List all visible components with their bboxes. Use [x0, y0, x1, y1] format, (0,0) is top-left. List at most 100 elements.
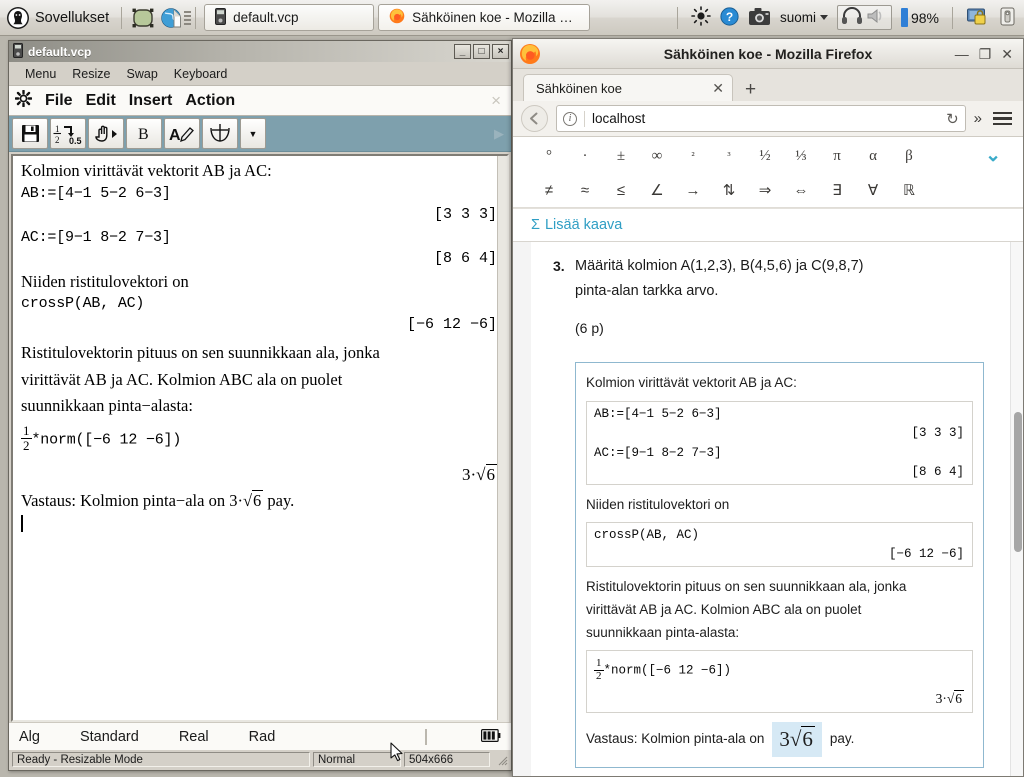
fraction-one-half: 1 2 — [21, 424, 32, 452]
cas-minimize-button[interactable]: _ — [454, 44, 471, 59]
applications-menu-button[interactable]: Sovellukset — [0, 6, 117, 30]
camera-screenshot-icon[interactable] — [748, 7, 771, 29]
site-info-icon[interactable]: i — [563, 111, 577, 126]
symbol-alpha[interactable]: α — [855, 148, 891, 165]
symbol-right-arrow[interactable]: → — [675, 182, 711, 199]
symbol-less-equal[interactable]: ≤ — [603, 182, 639, 199]
cas-menu-file[interactable]: File — [45, 92, 73, 110]
svg-text:B: B — [138, 126, 149, 143]
gear-icon[interactable] — [14, 89, 33, 111]
symbol-up-down-arrow[interactable]: ⇅ — [711, 181, 747, 199]
symbol-implies[interactable]: ⇒ — [747, 181, 783, 199]
radicand: 6 — [954, 689, 964, 706]
cas-input-crossp[interactable]: crossP(AB, AC) — [21, 296, 497, 311]
toolbar-overflow-arrow-icon[interactable]: ▶ — [494, 126, 508, 142]
symbol-superscript-2[interactable]: ² — [675, 150, 711, 162]
cas-mode-standard[interactable]: Standard — [80, 729, 139, 745]
cas-close-button[interactable]: × — [492, 44, 509, 59]
symbol-infinity[interactable]: ∞ — [639, 148, 675, 165]
cas-menu-edit[interactable]: Edit — [86, 92, 116, 110]
firefox-maximize-button[interactable]: ❐ — [979, 47, 992, 61]
insert-formula-row[interactable]: Σ Lisää kaava — [513, 208, 1023, 242]
cas-mode-alg[interactable]: Alg — [19, 729, 40, 745]
headphones-icon[interactable] — [841, 7, 863, 28]
cas-mode-real[interactable]: Real — [179, 729, 209, 745]
browser-tab-sahkoinen-koe[interactable]: Sähköinen koe ✕ — [523, 74, 733, 101]
firefox-close-button[interactable]: ✕ — [1001, 47, 1013, 61]
desktop-screen: Sovellukset default.vcp Sähköinen koe - … — [0, 0, 1024, 777]
symbol-real-numbers[interactable]: ℝ — [891, 181, 927, 199]
help-question-icon[interactable]: ? — [720, 6, 739, 29]
symbol-angle[interactable]: ∠ — [639, 181, 675, 199]
answer-calc-block-3[interactable]: 1 2 *norm([−6 12 −6]) 3·√6 — [586, 650, 973, 713]
url-address-bar[interactable]: i localhost ↻ — [556, 105, 966, 132]
cas-resize-grip[interactable] — [493, 752, 509, 767]
text-format-button[interactable]: A — [164, 118, 200, 149]
pointer-hand-button[interactable] — [88, 118, 124, 149]
reload-icon[interactable]: ↻ — [946, 110, 959, 128]
final-answer-value[interactable]: 3√6 — [772, 721, 822, 758]
firefox-vertical-scrollbar[interactable] — [1010, 242, 1023, 776]
language-selector[interactable]: suomi — [780, 10, 828, 25]
cas-menu-item-menu[interactable]: Menu — [25, 67, 56, 81]
taskbar-window-firefox[interactable]: Sähköinen koe - Mozilla Fire... — [378, 4, 591, 31]
launcher-handle-icon[interactable] — [184, 9, 192, 27]
close-icon[interactable]: ✕ — [702, 80, 724, 97]
shape-selection-icon[interactable] — [131, 6, 155, 30]
audio-controls-group[interactable] — [836, 5, 892, 30]
cas-window-buttons: _ □ × — [454, 44, 509, 59]
answer-calc-block-1[interactable]: AB:=[4−1 5−2 6−3] [3 3 3] AC:=[9−1 8−2 7… — [586, 400, 973, 485]
chevron-down-icon[interactable]: ⌄ — [985, 144, 1001, 167]
cas-menu-insert[interactable]: Insert — [129, 92, 173, 110]
symbol-exists[interactable]: ∃ — [819, 181, 855, 199]
cas-panel-close-icon[interactable]: × — [491, 91, 505, 111]
graph-function-button[interactable] — [202, 118, 238, 149]
symbol-superscript-3[interactable]: ³ — [711, 150, 747, 162]
final-answer-line: Vastaus: Kolmion pinta-ala on 3√6 pay. — [586, 721, 973, 758]
cas-input-ab[interactable]: AB:=[4−1 5−2 6−3] — [21, 186, 497, 201]
fraction-to-decimal-button[interactable]: 1 2 0.5 — [50, 118, 86, 149]
cas-menu-item-keyboard[interactable]: Keyboard — [174, 67, 228, 81]
cas-maximize-button[interactable]: □ — [473, 44, 490, 59]
back-arrow-icon[interactable] — [521, 105, 548, 132]
cas-input-ac[interactable]: AC:=[9−1 8−2 7−3] — [21, 230, 497, 245]
symbol-not-equal[interactable]: ≠ — [531, 182, 567, 199]
usb-device-icon[interactable] — [998, 7, 1017, 29]
bold-button[interactable]: B — [126, 118, 162, 149]
symbol-degree[interactable]: ° — [531, 148, 567, 165]
hamburger-menu-icon[interactable] — [990, 111, 1015, 126]
taskbar-window-default-vcp[interactable]: default.vcp — [204, 4, 375, 31]
web-browser-globe-icon[interactable] — [160, 6, 184, 30]
symbol-one-third[interactable]: ⅓ — [783, 148, 819, 165]
answer-calc-block-2[interactable]: crossP(AB, AC) [−6 12 −6] — [586, 522, 973, 568]
sun-brightness-icon[interactable] — [691, 6, 711, 29]
cas-input-norm[interactable]: 1 2 *norm([−6 12 −6]) — [21, 424, 497, 452]
symbol-beta[interactable]: β — [891, 148, 927, 165]
cas-title-bar[interactable]: default.vcp _ □ × — [9, 41, 511, 62]
symbol-one-half[interactable]: ½ — [747, 148, 783, 165]
firefox-minimize-button[interactable]: — — [955, 47, 969, 61]
speaker-mute-icon[interactable] — [866, 7, 888, 28]
cas-menu-item-swap[interactable]: Swap — [127, 67, 158, 81]
top-taskbar: Sovellukset default.vcp Sähköinen koe - … — [0, 0, 1024, 36]
toolbar-overflow-button[interactable]: » — [974, 110, 982, 127]
cas-document-area[interactable]: Kolmion virittävät vektorit AB ja AC: AB… — [11, 154, 509, 722]
more-tools-dropdown[interactable]: ▼ — [240, 118, 266, 149]
answer-editor-box[interactable]: Kolmion virittävät vektorit AB ja AC: AB… — [575, 361, 984, 769]
symbol-pi[interactable]: π — [819, 148, 855, 165]
symbol-iff[interactable]: ⇔ — [783, 182, 819, 199]
scrollbar-thumb[interactable] — [1014, 412, 1022, 552]
symbol-plusminus[interactable]: ± — [603, 148, 639, 165]
save-button[interactable] — [12, 118, 48, 149]
symbol-forall[interactable]: ∀ — [855, 181, 891, 199]
symbol-middot[interactable]: · — [567, 148, 603, 165]
screen-lock-icon[interactable] — [966, 7, 989, 29]
symbol-approx[interactable]: ≈ — [567, 182, 603, 199]
cas-mode-rad[interactable]: Rad — [249, 729, 276, 745]
cas-menu-action[interactable]: Action — [185, 92, 235, 110]
battery-indicator[interactable]: 98% — [900, 8, 939, 27]
cas-menu-item-resize[interactable]: Resize — [72, 67, 110, 81]
new-tab-button[interactable]: + — [733, 80, 766, 101]
cas-vertical-scrollbar[interactable] — [497, 156, 507, 720]
firefox-title-bar[interactable]: Sähköinen koe - Mozilla Firefox — ❐ ✕ — [513, 39, 1023, 69]
